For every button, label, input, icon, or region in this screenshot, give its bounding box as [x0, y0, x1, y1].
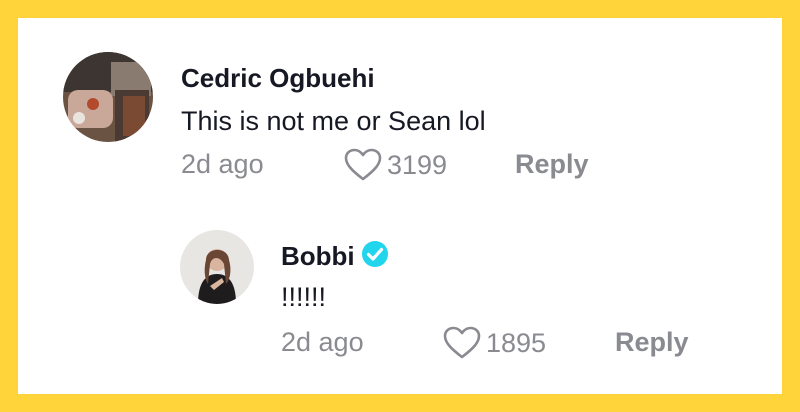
comment-text: !!!!!!	[281, 282, 327, 312]
profile-photo-icon	[63, 52, 153, 142]
comment-timestamp: 2d ago	[181, 149, 264, 179]
comments-card: Cedric Ogbuehi This is not me or Sean lo…	[18, 18, 782, 394]
comment-item: Cedric Ogbuehi This is not me or Sean lo…	[18, 18, 782, 208]
comment-timestamp: 2d ago	[281, 327, 364, 357]
profile-photo-icon	[180, 230, 254, 304]
heart-icon	[344, 148, 382, 181]
reply-button[interactable]: Reply	[615, 326, 689, 358]
like-count: 3199	[387, 150, 448, 180]
reply-button[interactable]: Reply	[515, 148, 589, 180]
verified-badge	[361, 240, 389, 274]
verified-check-icon	[361, 241, 388, 267]
comment-author[interactable]: Cedric Ogbuehi	[181, 63, 375, 93]
author-name[interactable]: Bobbi	[281, 241, 355, 271]
like-button[interactable]: 1895	[442, 326, 546, 360]
comment-author[interactable]: Bobbi	[281, 240, 389, 274]
comment-item: Bobbi !!!!!! 2d ago 1895 Reply	[18, 208, 782, 394]
like-button[interactable]: 3199	[343, 148, 447, 182]
avatar[interactable]	[180, 230, 254, 304]
comment-text: This is not me or Sean lol	[181, 106, 486, 136]
avatar[interactable]	[63, 52, 153, 142]
heart-icon	[443, 326, 481, 359]
like-count: 1895	[486, 328, 547, 358]
